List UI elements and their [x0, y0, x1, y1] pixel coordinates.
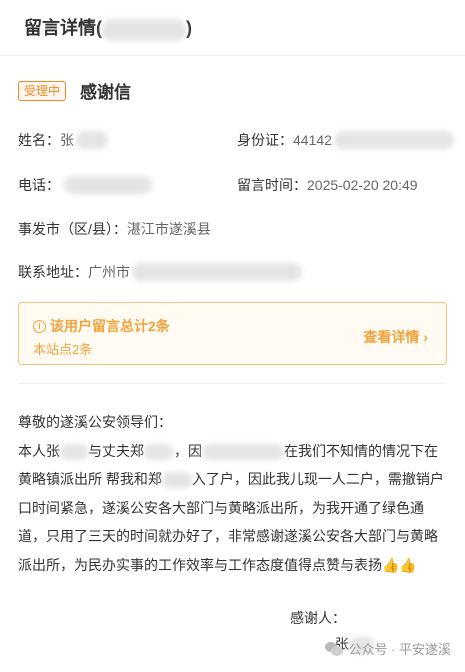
letter-greeting: 尊敬的遂溪公安领导们： [18, 414, 172, 430]
view-details-link[interactable]: 查看详情 › [363, 327, 428, 347]
time-label: 留言时间： [237, 177, 307, 193]
page-title-prefix: 留言详情( [24, 18, 102, 39]
letter-line-1: 本人张 与丈夫郑 ，因 在我们不知情的情况下在 [18, 437, 448, 466]
name-row: 姓名： 张 [18, 130, 108, 150]
user-message-summary[interactable]: i 该用户留言总计2条 本站点2条 查看详情 › [18, 302, 447, 365]
message-title: 感谢信 [80, 83, 132, 102]
wechat-icon [325, 641, 344, 656]
page-title-suffix: ) [186, 18, 192, 39]
time-row: 留言时间： 2025-02-20 20:49 [237, 175, 418, 195]
name-value: 张 [60, 132, 74, 148]
message-content: 受理中 感谢信 [0, 78, 465, 103]
address-label: 联系地址： [18, 264, 88, 280]
city-label: 事发市（区/县）： [18, 221, 127, 237]
city-value: 湛江市遂溪县 [126, 221, 211, 237]
thanks-label: 感谢人： [290, 610, 346, 626]
letter-text: 派出所，为民办实事的工作效率与工作态度值得点赞与表扬 [18, 556, 382, 573]
redacted-text [144, 443, 174, 460]
phone-row: 电话： [18, 175, 152, 195]
watermark: 公众号 · 平安遂溪 [325, 639, 451, 658]
page-title: 留言详情() [24, 14, 192, 41]
redacted-text [202, 443, 284, 460]
redacted-id [333, 131, 454, 149]
letter-body: 尊敬的遂溪公安领导们： 本人张 与丈夫郑 ，因 在我们不知情的情况下在 黄略镇派出所 … [18, 408, 448, 579]
letter-line-4: 道，只用了三天的时间就办好了，非常感谢遂溪公安各大部门与黄略 [18, 528, 438, 544]
message-title-row: 受理中 感谢信 [18, 78, 447, 103]
redacted-name [76, 131, 108, 149]
info-icon: i [33, 319, 46, 333]
time-value: 2025-02-20 20:49 [307, 177, 418, 193]
redacted-title-id [102, 18, 186, 41]
redacted-text [60, 443, 88, 460]
redacted-text [161, 472, 192, 489]
summary-site-count: 本站点2条 [33, 342, 93, 357]
id-value: 44142 [293, 132, 332, 148]
watermark-text: 公众号 · 平安遂溪 [348, 642, 451, 657]
letter-text: 在我们不知情的情况下在 [284, 442, 438, 459]
city-row: 事发市（区/县）： 湛江市遂溪县 [18, 219, 211, 239]
redacted-phone [64, 176, 152, 194]
redacted-address [132, 263, 302, 281]
page-header: 留言详情() [0, 0, 465, 56]
divider [18, 383, 447, 384]
id-label: 身份证： [237, 132, 293, 148]
letter-text: 入了户，因此我儿现一人二户，需撤销户 [191, 471, 444, 487]
thumbs-up-icon: 👍👍 [382, 556, 417, 573]
summary-total: i 该用户留言总计2条 [33, 316, 170, 336]
name-label: 姓名： [18, 132, 60, 148]
address-value: 广州市 [88, 264, 130, 280]
id-row: 身份证： 44142 [237, 130, 454, 150]
letter-text: ，因 [174, 442, 202, 459]
view-details-label: 查看详情 [363, 329, 420, 345]
letter-text: 本人张 [18, 442, 60, 459]
address-row: 联系地址： 广州市 [18, 262, 302, 282]
status-badge: 受理中 [18, 80, 67, 101]
letter-line-3: 口时间紧急，遂溪公安各大部门与黄略派出所，为我开通了绿色通 [18, 499, 424, 516]
letter-text: 与丈夫郑 [88, 442, 144, 459]
chevron-right-icon: › [423, 329, 428, 345]
summary-total-text: 该用户留言总计2条 [50, 318, 170, 334]
letter-text: 黄略镇派出所 帮我和郑 [18, 471, 162, 487]
letter-line-5: 派出所，为民办实事的工作效率与工作态度值得点赞与表扬👍👍 [18, 551, 448, 580]
phone-label: 电话： [18, 177, 60, 193]
letter-line-2: 黄略镇派出所 帮我和郑 入了户，因此我儿现一人二户，需撤销户 [18, 465, 448, 494]
